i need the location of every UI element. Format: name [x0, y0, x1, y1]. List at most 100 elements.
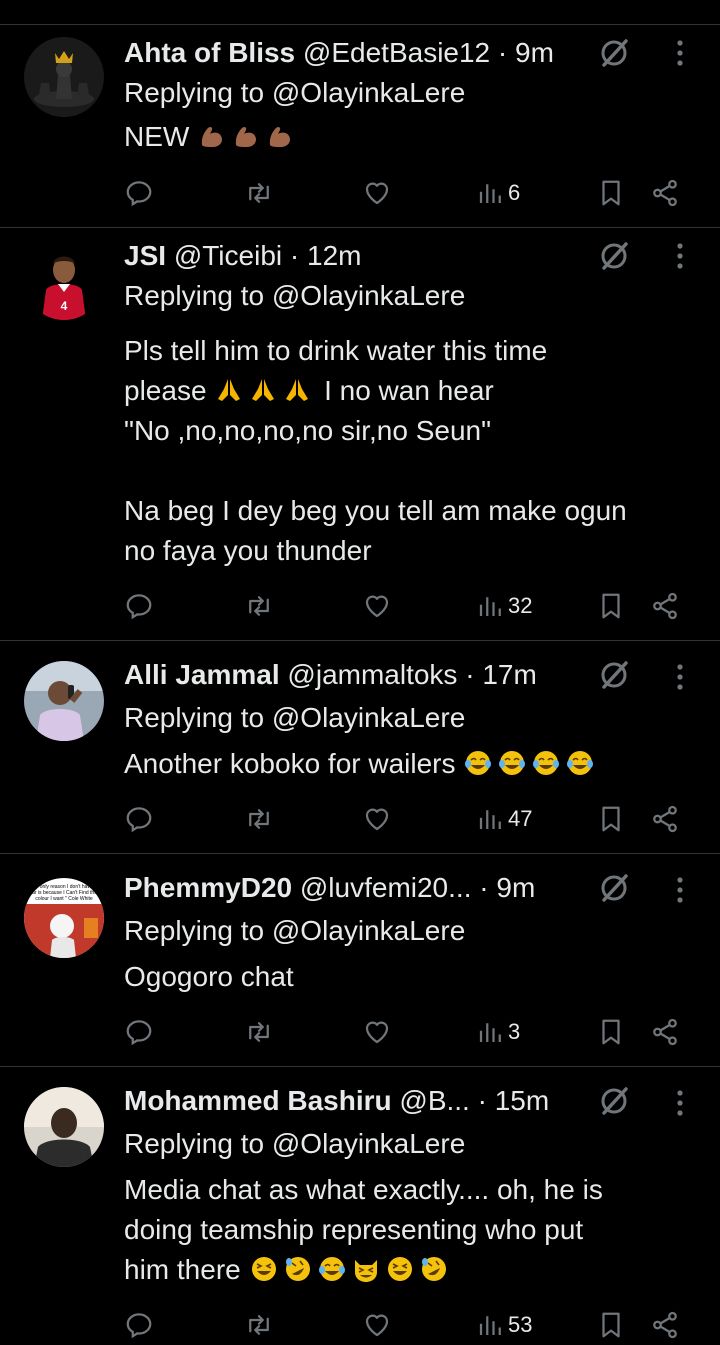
replying-to[interactable]: Replying to @OlayinkaLere: [124, 911, 465, 951]
svg-text:4: 4: [61, 299, 68, 313]
reply-text: Ogogoro chat: [124, 961, 294, 992]
bookmark-button[interactable]: [596, 1012, 626, 1052]
replying-to[interactable]: Replying to @OlayinkaLere: [124, 276, 465, 316]
avatar[interactable]: [24, 37, 104, 117]
repost-button[interactable]: [244, 799, 274, 839]
author-name[interactable]: Ahta of Bliss: [124, 37, 295, 68]
replying-to[interactable]: Replying to @OlayinkaLere: [124, 698, 465, 738]
timestamp[interactable]: 12m: [307, 240, 361, 271]
like-button[interactable]: [362, 799, 392, 839]
more-options-button[interactable]: [666, 238, 694, 274]
like-button[interactable]: [362, 173, 392, 213]
bookmark-button[interactable]: [596, 799, 626, 839]
repost-icon: [249, 183, 269, 203]
meme-avatar-icon: The only reason I don't have a car is be…: [24, 878, 104, 958]
reply-tweet[interactable]: Mohammed Bashiru @B... · 15m Replying to…: [0, 1066, 720, 1339]
avatar[interactable]: 4: [24, 240, 104, 320]
author-name[interactable]: Alli Jammal: [124, 659, 280, 690]
reply-header: Alli Jammal @jammaltoks · 17m: [124, 655, 594, 695]
views-button[interactable]: 47: [476, 799, 532, 839]
separator-dot: ·: [477, 1085, 487, 1116]
tears-of-joy-icon: [533, 751, 560, 775]
reply-button[interactable]: [124, 1305, 154, 1345]
reply-button[interactable]: [124, 799, 154, 839]
share-button[interactable]: [650, 799, 680, 839]
timestamp[interactable]: 9m: [515, 37, 554, 68]
share-button[interactable]: [650, 586, 680, 626]
more-vertical-icon: [677, 1090, 683, 1116]
reply-button[interactable]: [124, 586, 154, 626]
avatar[interactable]: [24, 1087, 104, 1167]
action-bar: 47: [124, 799, 694, 839]
author-handle[interactable]: @jammaltoks: [287, 659, 457, 690]
bookmark-button[interactable]: [596, 1305, 626, 1345]
bookmark-button[interactable]: [596, 586, 626, 626]
repost-icon: [249, 596, 269, 616]
repost-button[interactable]: [244, 1305, 274, 1345]
repost-button[interactable]: [244, 1012, 274, 1052]
bookmark-icon: [602, 806, 620, 832]
man-portrait-avatar-icon: [24, 1087, 104, 1167]
reply-button[interactable]: [124, 173, 154, 213]
grok-button[interactable]: [596, 657, 632, 693]
author-handle[interactable]: @Ticeibi: [174, 240, 282, 271]
reply-body: NEW: [124, 117, 680, 157]
timestamp[interactable]: 9m: [496, 872, 535, 903]
reply-body: Ogogoro chat: [124, 957, 680, 997]
reply-icon: [126, 1313, 152, 1339]
grinning-cat-smiling-eyes-icon: [354, 1260, 377, 1282]
bookmark-button[interactable]: [596, 173, 626, 213]
author-handle[interactable]: @B...: [399, 1085, 469, 1116]
share-button[interactable]: [650, 173, 680, 213]
views-button[interactable]: 32: [476, 586, 532, 626]
tears-of-joy-icon: [318, 1257, 345, 1281]
grok-button[interactable]: [596, 35, 632, 71]
replying-to[interactable]: Replying to @OlayinkaLere: [124, 73, 465, 113]
more-options-button[interactable]: [666, 35, 694, 71]
views-chart-icon: [479, 597, 501, 616]
repost-button[interactable]: [244, 586, 274, 626]
timestamp[interactable]: 17m: [482, 659, 536, 690]
author-name[interactable]: Mohammed Bashiru: [124, 1085, 392, 1116]
reply-tweet[interactable]: 4 JSI @Ticeibi · 12m Replying to @Olayin…: [0, 227, 720, 641]
reply-button[interactable]: [124, 1012, 154, 1052]
heart-icon: [365, 595, 389, 618]
views-chart-icon: [479, 1023, 501, 1042]
more-options-button[interactable]: [666, 1085, 694, 1121]
grok-button[interactable]: [596, 1083, 632, 1119]
heart-icon: [365, 808, 389, 831]
like-button[interactable]: [362, 1012, 392, 1052]
more-vertical-icon: [677, 877, 683, 903]
avatar[interactable]: The only reason I don't have a car is be…: [24, 878, 104, 958]
like-button[interactable]: [362, 586, 392, 626]
more-options-button[interactable]: [666, 659, 694, 695]
reply-tweet[interactable]: Ahta of Bliss @EdetBasie12 · 9m Replying…: [0, 24, 720, 228]
share-button[interactable]: [650, 1012, 680, 1052]
timestamp[interactable]: 15m: [495, 1085, 549, 1116]
grok-button[interactable]: [596, 870, 632, 906]
like-button[interactable]: [362, 1305, 392, 1345]
reply-text-rest: "No ,no,no,no,no sir,no Seun" Na beg I d…: [124, 415, 627, 566]
replying-to[interactable]: Replying to @OlayinkaLere: [124, 1124, 465, 1164]
author-name[interactable]: PhemmyD20: [124, 872, 292, 903]
views-button[interactable]: 3: [476, 1012, 520, 1052]
avatar[interactable]: [24, 661, 104, 741]
flexed-biceps-icon: [201, 126, 223, 147]
grok-slash-icon: [601, 242, 628, 270]
more-options-button[interactable]: [666, 872, 694, 908]
author-handle[interactable]: @EdetBasie12: [303, 37, 490, 68]
author-handle[interactable]: @luvfemi20...: [300, 872, 472, 903]
reply-text-line: Media chat as what exactly.... oh, he is: [124, 1174, 603, 1205]
author-name[interactable]: JSI: [124, 240, 166, 271]
repost-button[interactable]: [244, 173, 274, 213]
views-button[interactable]: 6: [476, 173, 520, 213]
replies-feed: Ahta of Bliss @EdetBasie12 · 9m Replying…: [0, 0, 720, 1339]
reply-tweet[interactable]: Alli Jammal @jammaltoks · 17m Replying t…: [0, 640, 720, 854]
views-button[interactable]: 53: [476, 1305, 532, 1345]
reply-tweet[interactable]: The only reason I don't have a car is be…: [0, 853, 720, 1067]
reply-text-line: Pls tell him to drink water this time: [124, 335, 548, 366]
reply-icon: [126, 594, 152, 620]
grok-slash-icon: [601, 39, 628, 67]
share-button[interactable]: [650, 1305, 680, 1345]
grok-button[interactable]: [596, 238, 632, 274]
